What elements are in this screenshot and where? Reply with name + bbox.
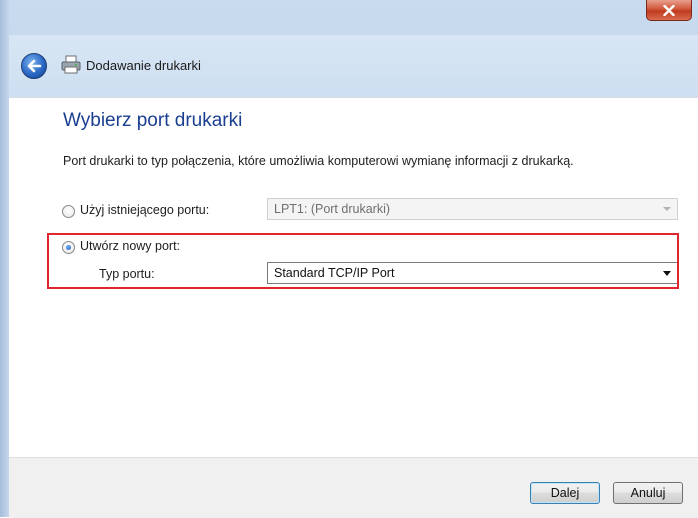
- existing-port-dropdown: LPT1: (Port drukarki): [267, 198, 678, 220]
- window-title: Dodawanie drukarki: [86, 58, 201, 73]
- chevron-down-icon: [663, 207, 671, 211]
- dialog-window: Dodawanie drukarki Wybierz port drukarki…: [0, 0, 698, 518]
- next-button[interactable]: Dalej: [530, 482, 600, 504]
- existing-port-radio[interactable]: [62, 205, 75, 218]
- window-left-edge: [0, 0, 9, 517]
- printer-icon: [61, 55, 81, 74]
- close-button[interactable]: [646, 0, 692, 21]
- page-title: Wybierz port drukarki: [63, 110, 243, 131]
- existing-port-label[interactable]: Użyj istniejącego portu:: [80, 203, 209, 217]
- back-button[interactable]: [21, 53, 47, 79]
- back-arrow-icon: [27, 59, 42, 73]
- cancel-button[interactable]: Anuluj: [613, 482, 683, 504]
- navigation-bar: Dodawanie drukarki: [9, 35, 698, 97]
- existing-port-value: LPT1: (Port drukarki): [274, 202, 391, 216]
- highlight-annotation: [47, 233, 679, 289]
- dialog-footer: Dalej Anuluj: [9, 457, 698, 518]
- close-icon: [663, 4, 675, 16]
- page-description: Port drukarki to typ połączenia, które u…: [63, 154, 574, 168]
